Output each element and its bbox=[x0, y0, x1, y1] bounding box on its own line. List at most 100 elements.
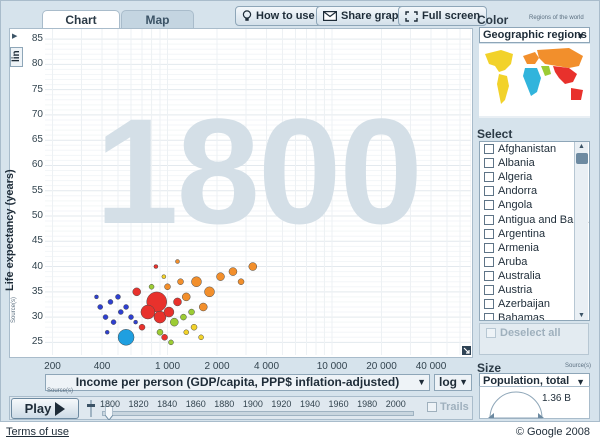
country-bubble[interactable] bbox=[175, 259, 180, 264]
country-list-item[interactable]: Azerbaijan bbox=[480, 297, 589, 311]
country-list-item[interactable]: Albania bbox=[480, 156, 589, 170]
country-bubble[interactable] bbox=[190, 323, 198, 331]
country-bubble[interactable] bbox=[107, 299, 114, 305]
country-bubble[interactable] bbox=[198, 334, 204, 341]
country-bubble[interactable] bbox=[237, 278, 245, 285]
y-scale-select[interactable]: lin bbox=[10, 47, 23, 67]
play-button[interactable]: Play bbox=[11, 398, 79, 419]
country-bubble[interactable] bbox=[181, 292, 191, 302]
country-list-item[interactable]: Angola bbox=[480, 198, 589, 212]
country-bubble[interactable] bbox=[118, 309, 124, 315]
how-to-use-button[interactable]: How to use bbox=[235, 6, 322, 26]
y-axis-expand-icon[interactable]: ▶ bbox=[12, 32, 17, 40]
country-list-item[interactable]: Aruba bbox=[480, 255, 589, 269]
country-checkbox[interactable] bbox=[484, 313, 494, 320]
country-bubble[interactable] bbox=[115, 294, 121, 300]
country-bubble[interactable] bbox=[102, 314, 109, 320]
country-bubble[interactable] bbox=[117, 329, 135, 346]
country-bubble[interactable] bbox=[191, 276, 202, 287]
country-checkbox[interactable] bbox=[484, 172, 494, 183]
x-scale-select[interactable]: log ▼ bbox=[434, 374, 472, 391]
country-bubble[interactable] bbox=[188, 308, 195, 316]
y-source-link[interactable]: Source(s) bbox=[11, 297, 17, 323]
country-list-item[interactable]: Bahamas bbox=[480, 311, 589, 320]
tab-map[interactable]: Map bbox=[121, 10, 194, 29]
country-checkbox[interactable] bbox=[484, 214, 494, 225]
color-selected: Geographic regions bbox=[483, 29, 587, 41]
country-bubble[interactable] bbox=[180, 313, 187, 321]
country-checkbox[interactable] bbox=[484, 270, 494, 281]
country-list-item[interactable]: Antigua and Barb... bbox=[480, 212, 589, 226]
country-bubble[interactable] bbox=[164, 283, 171, 291]
country-bubble[interactable] bbox=[153, 264, 159, 269]
country-bubble[interactable] bbox=[168, 339, 174, 346]
country-checkbox[interactable] bbox=[484, 299, 494, 310]
y-scale-value: lin bbox=[11, 50, 22, 62]
select-panel: Select bbox=[477, 127, 594, 141]
country-bubble[interactable] bbox=[138, 323, 146, 331]
zoom-corner-icon[interactable] bbox=[462, 346, 471, 355]
scroll-up-icon[interactable]: ▲ bbox=[578, 143, 585, 150]
country-bubble[interactable] bbox=[128, 314, 134, 320]
country-label: Australia bbox=[498, 269, 541, 282]
country-bubble[interactable] bbox=[104, 330, 110, 335]
y-tick-label: 60 bbox=[31, 159, 43, 171]
country-checkbox[interactable] bbox=[484, 200, 494, 211]
country-bubble[interactable] bbox=[173, 297, 182, 307]
terms-of-use-link[interactable]: Terms of use bbox=[6, 426, 69, 438]
x-source-link[interactable]: Source(s) bbox=[47, 388, 73, 394]
scroll-thumb[interactable] bbox=[576, 153, 588, 164]
tab-chart[interactable]: Chart bbox=[42, 10, 120, 30]
country-bubble[interactable] bbox=[132, 287, 141, 297]
country-checkbox[interactable] bbox=[484, 256, 494, 267]
country-list-scrollbar[interactable]: ▲ ▼ bbox=[574, 142, 588, 320]
scroll-down-icon[interactable]: ▼ bbox=[578, 312, 585, 319]
country-list-item[interactable]: Andorra bbox=[480, 184, 589, 198]
country-label: Argentina bbox=[498, 227, 546, 240]
country-bubble[interactable] bbox=[248, 262, 258, 271]
country-checkbox[interactable] bbox=[484, 186, 494, 197]
size-source-link[interactable]: Source(s) bbox=[565, 363, 591, 369]
country-checkbox[interactable] bbox=[484, 158, 494, 169]
country-list-item[interactable]: Argentina bbox=[480, 227, 589, 241]
color-panel: Color Regions of the world bbox=[477, 13, 594, 27]
country-bubble[interactable] bbox=[123, 304, 129, 310]
country-bubble[interactable] bbox=[97, 304, 103, 310]
country-bubble[interactable] bbox=[204, 286, 215, 298]
country-bubble[interactable] bbox=[163, 306, 175, 318]
y-axis-title[interactable]: Life expectancy (years) bbox=[4, 169, 16, 291]
country-bubble[interactable] bbox=[170, 317, 179, 327]
country-bubble[interactable] bbox=[94, 294, 99, 300]
country-bubble[interactable] bbox=[140, 304, 156, 320]
speed-slider-icon[interactable] bbox=[87, 399, 95, 418]
x-axis-indicator-select[interactable]: Income per person (GDP/capita, PPP$ infl… bbox=[45, 374, 430, 391]
full-screen-button[interactable]: Full screen bbox=[398, 6, 488, 26]
country-checkbox[interactable] bbox=[484, 242, 494, 253]
country-checkbox[interactable] bbox=[484, 228, 494, 239]
country-list-item[interactable]: Algeria bbox=[480, 170, 589, 184]
country-bubble[interactable] bbox=[148, 284, 155, 290]
country-bubble[interactable] bbox=[183, 329, 189, 336]
country-list-item[interactable]: Austria bbox=[480, 283, 589, 297]
year-slider-track[interactable] bbox=[102, 411, 414, 416]
country-bubble[interactable] bbox=[156, 329, 164, 336]
country-bubble[interactable] bbox=[133, 319, 138, 325]
country-list-item[interactable]: Australia bbox=[480, 269, 589, 283]
country-checkbox[interactable] bbox=[484, 144, 494, 155]
x-tick-label: 10 000 bbox=[316, 361, 348, 372]
world-regions-map[interactable] bbox=[479, 44, 590, 118]
country-bubble[interactable] bbox=[161, 274, 167, 279]
country-list-item[interactable]: Afghanistan bbox=[480, 142, 589, 156]
country-bubble[interactable] bbox=[199, 302, 208, 312]
country-bubble[interactable] bbox=[161, 334, 168, 341]
country-checkbox[interactable] bbox=[484, 284, 494, 295]
trails-toggle[interactable]: Trails bbox=[427, 401, 469, 413]
color-indicator-select[interactable]: Geographic regions ▼ bbox=[479, 27, 590, 43]
country-bubble[interactable] bbox=[177, 278, 184, 285]
deselect-all-button[interactable]: Deselect all bbox=[479, 323, 589, 355]
deselect-all-checkbox bbox=[486, 328, 496, 338]
country-bubble[interactable] bbox=[110, 319, 117, 325]
country-bubble[interactable] bbox=[216, 272, 225, 281]
country-list-item[interactable]: Armenia bbox=[480, 241, 589, 255]
country-bubble[interactable] bbox=[228, 267, 238, 276]
